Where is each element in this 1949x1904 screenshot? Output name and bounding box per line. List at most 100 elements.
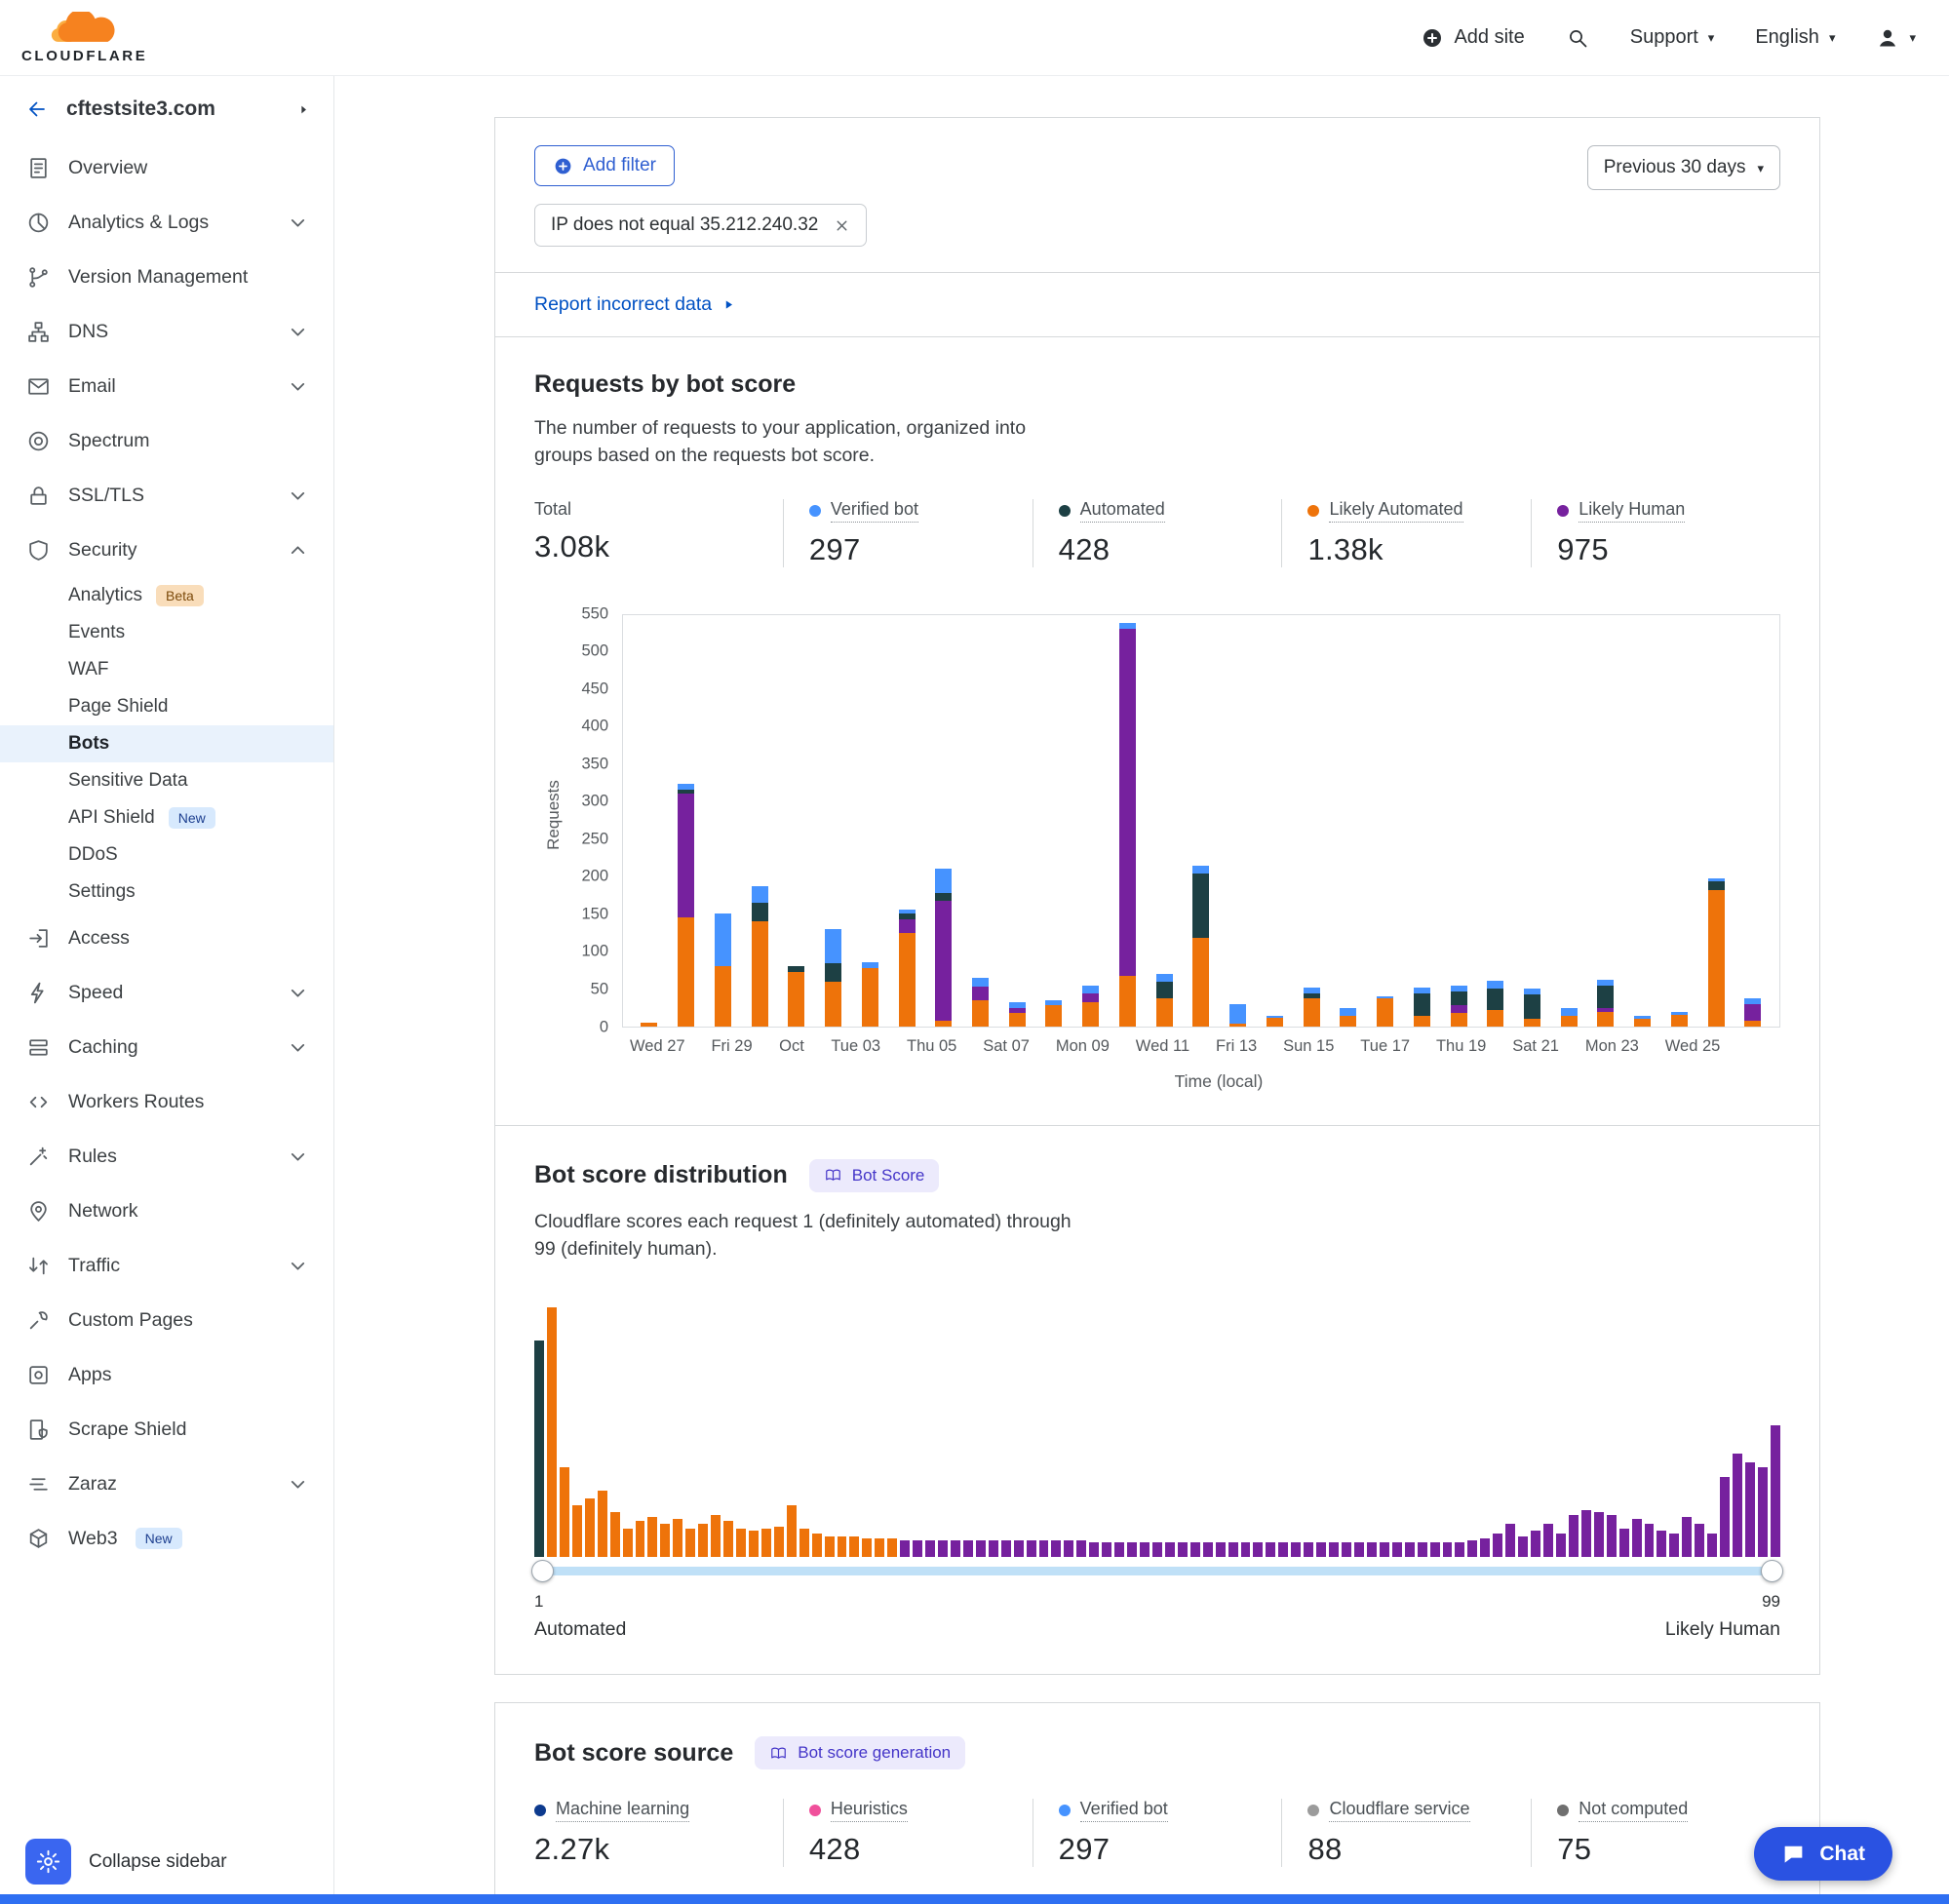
score-range-slider[interactable] <box>534 1559 1780 1583</box>
sidebar-item-dns[interactable]: DNS <box>0 304 333 359</box>
histogram-bar-score-30 <box>900 1540 910 1557</box>
date-range-button[interactable]: Previous 30 days ▾ <box>1587 145 1780 190</box>
support-menu[interactable]: Support▾ <box>1630 26 1715 49</box>
histogram-bar-score-33 <box>938 1540 948 1557</box>
stat-value: 2.27k <box>534 1832 765 1867</box>
bot-score-generation-badge[interactable]: Bot score generation <box>755 1736 965 1769</box>
report-incorrect-data-link[interactable]: Report incorrect data <box>534 293 735 316</box>
sidebar-subitem-waf[interactable]: WAF <box>0 651 333 688</box>
histogram-bar-score-76 <box>1480 1538 1490 1557</box>
slider-min-value: 1 <box>534 1592 543 1612</box>
x-tick-label: Sun 15 <box>1283 1037 1334 1056</box>
histogram-bar-score-15 <box>711 1515 721 1557</box>
stacked-bar <box>1414 988 1430 1027</box>
sidebar-subitem-events[interactable]: Events <box>0 614 333 651</box>
back-arrow-icon[interactable] <box>25 97 49 121</box>
slider-handle-min[interactable] <box>531 1560 554 1582</box>
histogram-bar-score-80 <box>1531 1531 1540 1557</box>
sidebar-item-spectrum[interactable]: Spectrum <box>0 413 333 468</box>
sidebar-item-label: Scrape Shield <box>68 1418 186 1441</box>
sidebar-item-apps[interactable]: Apps <box>0 1347 333 1402</box>
stat-label[interactable]: Verified bot <box>1080 1799 1168 1822</box>
histogram-bar-score-92 <box>1682 1517 1692 1557</box>
stat-label[interactable]: Machine learning <box>556 1799 689 1822</box>
bar-segment-likely-automated <box>678 917 694 1027</box>
caret-right-icon[interactable] <box>295 101 312 118</box>
collapse-sidebar-label[interactable]: Collapse sidebar <box>89 1851 227 1873</box>
bar-segment-likely-automated <box>825 982 841 1027</box>
histogram-bar-score-6 <box>598 1491 607 1557</box>
histogram-bar-score-10 <box>647 1517 657 1557</box>
add-filter-button[interactable]: Add filter <box>534 145 675 186</box>
histogram-bar-score-19 <box>761 1529 771 1557</box>
sidebar-item-overview[interactable]: Overview <box>0 140 333 195</box>
language-menu[interactable]: English▾ <box>1755 26 1835 49</box>
stat-verified-bot: Verified bot297 <box>783 499 1033 567</box>
histogram-bar-score-58 <box>1253 1542 1263 1557</box>
sidebar-item-scrape-shield[interactable]: Scrape Shield <box>0 1402 333 1457</box>
sidebar-item-ssl-tls[interactable]: SSL/TLS <box>0 468 333 523</box>
sidebar-item-email[interactable]: Email <box>0 359 333 413</box>
histogram-bar-score-68 <box>1380 1542 1389 1557</box>
sidebar-item-web3[interactable]: Web3New <box>0 1511 333 1566</box>
stat-label[interactable]: Cloudflare service <box>1329 1799 1469 1822</box>
histogram-bar-score-71 <box>1418 1542 1427 1557</box>
sidebar-subitem-api-shield[interactable]: API ShieldNew <box>0 799 333 836</box>
stat-label[interactable]: Not computed <box>1579 1799 1688 1822</box>
gear-icon <box>35 1848 61 1875</box>
stat-label[interactable]: Automated <box>1080 499 1165 523</box>
stat-label[interactable]: Likely Human <box>1579 499 1685 523</box>
sidebar-item-access[interactable]: Access <box>0 911 333 965</box>
legend-dot <box>1059 1805 1071 1816</box>
x-tick-label <box>1189 1037 1216 1056</box>
stat-heuristics: Heuristics428 <box>783 1799 1033 1867</box>
chat-button[interactable]: Chat <box>1754 1827 1892 1881</box>
bar-segment-automated <box>1156 982 1173 998</box>
sidebar-item-custom-pages[interactable]: Custom Pages <box>0 1293 333 1347</box>
histogram-bar-score-55 <box>1216 1542 1226 1557</box>
sidebar-subitem-page-shield[interactable]: Page Shield <box>0 688 333 725</box>
y-tick-label: 450 <box>581 680 608 698</box>
sidebar-subitem-bots[interactable]: Bots <box>0 725 333 762</box>
sidebar-item-zaraz[interactable]: Zaraz <box>0 1457 333 1511</box>
settings-gear-button[interactable] <box>25 1839 71 1885</box>
sidebar-subitem-ddos[interactable]: DDoS <box>0 836 333 874</box>
x-tick-label <box>1746 1037 1773 1056</box>
stat-label[interactable]: Heuristics <box>831 1799 908 1822</box>
histogram-bar-score-77 <box>1493 1534 1502 1557</box>
sidebar-item-analytics-logs[interactable]: Analytics & Logs <box>0 195 333 250</box>
cloudflare-logo[interactable]: CLOUDFLARE <box>21 12 147 64</box>
new-badge: New <box>136 1528 182 1549</box>
stat-label[interactable]: Verified bot <box>831 499 918 523</box>
sidebar-subitem-analytics[interactable]: AnalyticsBeta <box>0 577 333 614</box>
book-icon <box>769 1744 788 1763</box>
sidebar-item-speed[interactable]: Speed <box>0 965 333 1020</box>
sidebar-subitem-settings[interactable]: Settings <box>0 874 333 911</box>
histogram-bar-score-96 <box>1733 1454 1742 1557</box>
sidebar-subitem-sensitive-data[interactable]: Sensitive Data <box>0 762 333 799</box>
filter-chip[interactable]: IP does not equal 35.212.240.32 <box>534 204 867 247</box>
account-menu[interactable]: ▾ <box>1876 26 1916 50</box>
search-button[interactable] <box>1566 26 1589 50</box>
stat-label[interactable]: Likely Automated <box>1329 499 1462 523</box>
sidebar-item-traffic[interactable]: Traffic <box>0 1238 333 1293</box>
sidebar-item-workers-routes[interactable]: Workers Routes <box>0 1074 333 1129</box>
histogram-bar-score-34 <box>951 1540 960 1557</box>
sidebar-item-rules[interactable]: Rules <box>0 1129 333 1184</box>
close-icon[interactable] <box>834 217 850 234</box>
add-site-plus-icon <box>1421 26 1444 50</box>
bot-score-docs-badge[interactable]: Bot Score <box>809 1159 940 1192</box>
add-site-button[interactable]: Add site <box>1421 26 1524 50</box>
stacked-bar <box>1634 1016 1651 1027</box>
slider-track[interactable] <box>534 1567 1780 1575</box>
sidebar-item-network[interactable]: Network <box>0 1184 333 1238</box>
chevron-down-icon: ▾ <box>1708 31 1715 44</box>
sidebar-item-label: Access <box>68 927 130 950</box>
sidebar-item-caching[interactable]: Caching <box>0 1020 333 1074</box>
bar-segment-automated <box>1451 991 1467 1005</box>
slider-handle-max[interactable] <box>1761 1560 1783 1582</box>
histogram-bar-score-16 <box>723 1521 733 1557</box>
stat-likely-human: Likely Human975 <box>1531 499 1780 567</box>
sidebar-item-version-management[interactable]: Version Management <box>0 250 333 304</box>
sidebar-item-security[interactable]: Security <box>0 523 333 577</box>
